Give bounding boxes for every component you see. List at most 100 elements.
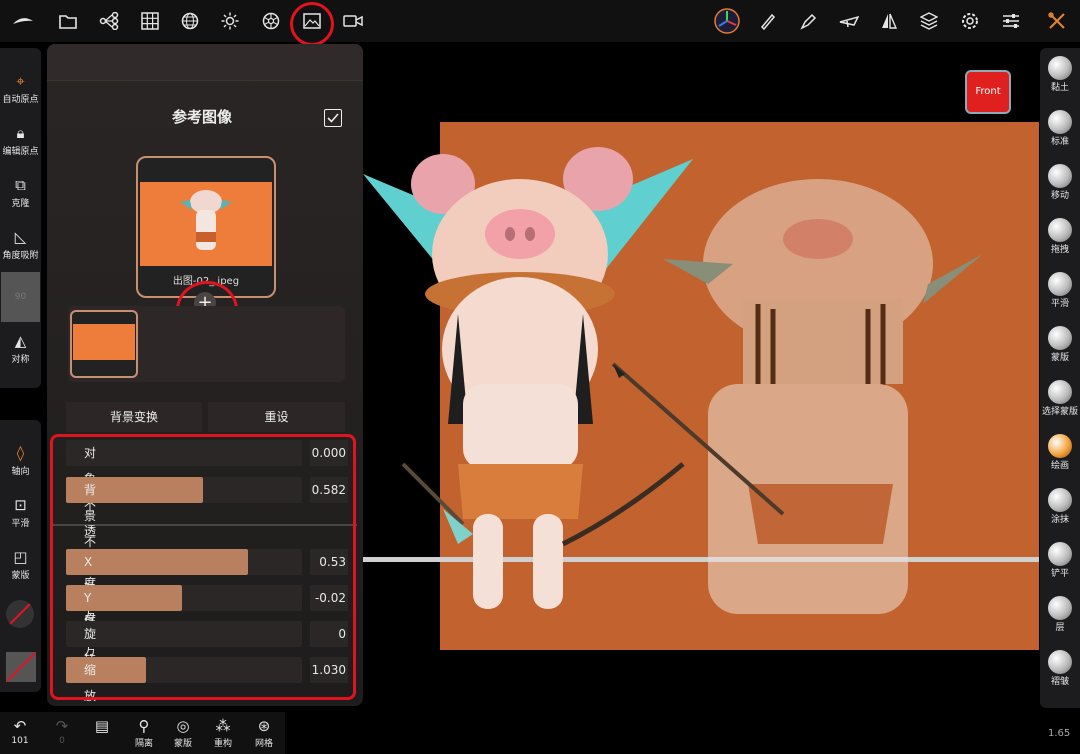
document-icon: ▤ — [94, 717, 110, 735]
isolate-icon: ⚲ — [138, 717, 150, 735]
brush-smudge-label: 涂抹 — [1050, 515, 1069, 525]
angle-value-field[interactable]: 90 — [1, 272, 40, 322]
pen-icon[interactable] — [794, 6, 824, 36]
material-icon[interactable] — [256, 6, 286, 36]
reference-image-thumbnail[interactable]: 出图-02_.jpeg — [136, 156, 276, 298]
remesh-icon: ⁂ — [215, 717, 231, 735]
front-view-button[interactable]: Front — [965, 70, 1011, 114]
undo-count: 101 — [11, 736, 29, 746]
clay-brush-icon — [1048, 56, 1072, 80]
logo-icon[interactable] — [8, 6, 38, 36]
color-swatch-button[interactable] — [6, 600, 34, 628]
smooth-icon: ⊡ — [14, 496, 27, 514]
highlight-circle-reference-icon — [290, 2, 334, 46]
brush-flatten-label: 铲平 — [1050, 569, 1069, 579]
mask-brush-icon — [1048, 326, 1072, 350]
brush-paint-button[interactable]: 绘画 — [1040, 434, 1080, 471]
brush-layer-label: 层 — [1055, 623, 1065, 633]
mesh-button[interactable]: ⊛ 网格 — [249, 716, 279, 749]
brush-standard-button[interactable]: 标准 — [1040, 110, 1080, 147]
axis-label: 轴向 — [11, 467, 30, 477]
tools-icon[interactable] — [1042, 6, 1072, 36]
symmetry-button[interactable]: ◭ 对称 — [0, 330, 41, 365]
standard-brush-icon — [1048, 110, 1072, 134]
brush-select-mask-button[interactable]: 选择蒙版 — [1040, 380, 1080, 417]
bottom-toolbar: ↶ 101 ↷ 0 ▤ ⚲ 隔离 ◎ 蒙版 ⁂ 重构 ⊛ 网格 — [0, 712, 285, 754]
mask-button[interactable]: ◰ 蒙版 — [0, 546, 41, 581]
brush-layer-button[interactable]: 层 — [1040, 596, 1080, 633]
status-value: 1.65 — [1048, 728, 1071, 739]
clone-icon: ⧉ — [15, 176, 26, 194]
axis-button[interactable]: ◊ 轴向 — [0, 442, 41, 477]
camera-icon[interactable] — [338, 6, 368, 36]
background-transform-button[interactable]: 背景变换 — [66, 402, 202, 432]
sphere-icon[interactable] — [175, 6, 205, 36]
brush-crease-label: 褶皱 — [1050, 677, 1069, 687]
crease-brush-icon — [1048, 650, 1072, 674]
mesh-label: 网格 — [254, 739, 273, 749]
isolate-button[interactable]: ⚲ 隔离 — [129, 716, 159, 749]
remesh-button[interactable]: ⁂ 重构 — [208, 716, 238, 749]
brush-clay-button[interactable]: 黏土 — [1040, 56, 1080, 93]
redo-count: 0 — [59, 736, 65, 746]
move-brush-icon — [1048, 164, 1072, 188]
auto-origin-button[interactable]: ⌖ 自动原点 — [0, 70, 41, 105]
redo-icon: ↷ — [55, 717, 69, 735]
drag-brush-icon — [1048, 218, 1072, 242]
brush-flatten-button[interactable]: 铲平 — [1040, 542, 1080, 579]
viewport[interactable] — [363, 44, 1039, 710]
smooth-button[interactable]: ⊡ 平滑 — [0, 494, 41, 529]
angle-snap-button[interactable]: ◺ 角度吸附 — [0, 226, 41, 261]
brush-move-label: 移动 — [1050, 191, 1069, 201]
select-mask-brush-icon — [1048, 380, 1072, 404]
edit-origin-label: 编辑原点 — [2, 147, 39, 157]
folder-icon[interactable] — [53, 6, 83, 36]
undo-button[interactable]: ↶ 101 — [8, 716, 32, 746]
highlight-box-sliders — [50, 434, 356, 700]
crosshair-icon: ⌖ — [16, 72, 25, 90]
remesh-label: 重构 — [213, 739, 232, 749]
material-swatch-button[interactable] — [6, 652, 36, 682]
document-button[interactable]: ▤ — [90, 716, 114, 736]
reset-button[interactable]: 重设 — [208, 402, 345, 432]
image-list-item[interactable] — [70, 310, 138, 378]
symmetry-icon[interactable] — [874, 6, 904, 36]
smooth-brush-icon — [1048, 272, 1072, 296]
enable-checkbox[interactable] — [324, 109, 342, 127]
mask-icon: ◰ — [13, 548, 28, 566]
brush-smudge-button[interactable]: 涂抹 — [1040, 488, 1080, 525]
airplane-icon[interactable] — [834, 6, 864, 36]
brush-crease-button[interactable]: 褶皱 — [1040, 650, 1080, 687]
brush-clay-label: 黏土 — [1050, 83, 1069, 93]
redo-button[interactable]: ↷ 0 — [50, 716, 74, 746]
brush-select-mask-label: 选择蒙版 — [1041, 407, 1078, 417]
brush-drag-label: 拖拽 — [1050, 245, 1069, 255]
brush-mask-label: 蒙版 — [1050, 353, 1069, 363]
brush-smooth-button[interactable]: 平滑 — [1040, 272, 1080, 309]
edit-origin-button[interactable]: 🔒︎ 编辑原点 — [0, 122, 41, 157]
sliders-icon[interactable] — [996, 6, 1026, 36]
panel-header-strip — [47, 44, 363, 81]
brush-drag-button[interactable]: 拖拽 — [1040, 218, 1080, 255]
panel-title: 参考图像 — [172, 108, 233, 126]
scene-tree-icon[interactable] — [94, 6, 124, 36]
brush-pen-icon[interactable] — [753, 6, 783, 36]
left-toolbar-lower: ◊ 轴向 ⊡ 平滑 ◰ 蒙版 — [0, 420, 41, 692]
paint-brush-icon — [1048, 434, 1072, 458]
brush-move-button[interactable]: 移动 — [1040, 164, 1080, 201]
brush-mask-button[interactable]: 蒙版 — [1040, 326, 1080, 363]
brush-standard-label: 标准 — [1050, 137, 1069, 147]
settings-icon[interactable] — [955, 6, 985, 36]
thumbnail-image — [140, 182, 272, 266]
mask-visibility-icon: ◎ — [176, 717, 190, 735]
light-icon[interactable] — [215, 6, 245, 36]
undo-icon: ↶ — [13, 717, 27, 735]
grid-icon[interactable] — [135, 6, 165, 36]
mask-visibility-button[interactable]: ◎ 蒙版 — [168, 716, 198, 749]
isolate-label: 隔离 — [134, 739, 153, 749]
clone-button[interactable]: ⧉ 克隆 — [0, 174, 41, 209]
small-thumbnail-image — [73, 324, 135, 360]
gizmo-icon[interactable] — [712, 6, 742, 36]
smudge-brush-icon — [1048, 488, 1072, 512]
layers-icon[interactable] — [914, 6, 944, 36]
